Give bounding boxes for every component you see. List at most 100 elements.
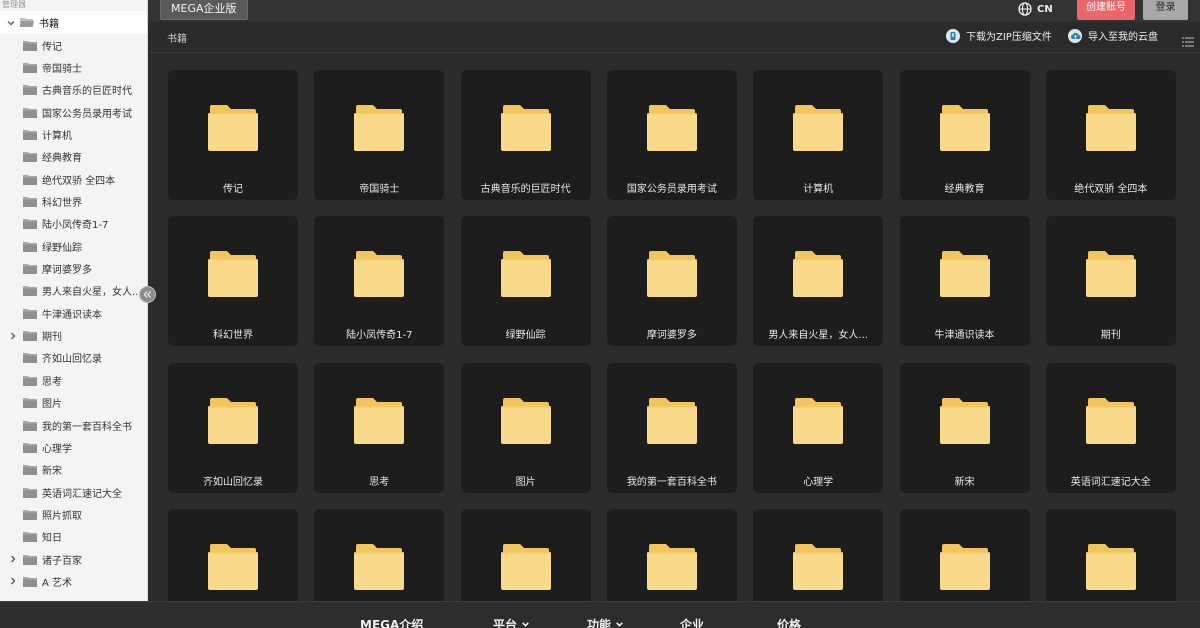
sidebar-item[interactable]: 期刊 (0, 324, 147, 346)
sidebar-item[interactable]: 照片抓取 (0, 503, 147, 525)
sidebar-item[interactable]: 我的第一套百科全书 (0, 414, 147, 436)
sidebar-item[interactable]: 绿野仙踪 (0, 235, 147, 257)
folder-tile[interactable]: 绿野仙踪 (460, 216, 591, 347)
chevron-down-icon (616, 622, 623, 627)
folder-icon (23, 40, 37, 51)
folder-icon (1085, 544, 1136, 591)
folder-icon (23, 174, 37, 185)
folder-tile[interactable]: 期刊 (1045, 216, 1176, 347)
sidebar-item[interactable]: 陆小凤传奇1-7 (0, 213, 147, 235)
sidebar-item-label: 男人来自火星，女人... (42, 287, 142, 299)
footer-nav-item[interactable]: 平台 (493, 616, 530, 628)
folder-tile[interactable]: 科幻世界 (168, 216, 298, 347)
folder-tile[interactable]: 心理学 (753, 362, 884, 493)
sidebar-item[interactable]: 经典教育 (0, 146, 147, 168)
folder-tile[interactable]: 我的第一套百科全书 (606, 362, 737, 493)
folder-icon (23, 397, 37, 409)
sidebar-item[interactable]: 绝代双骄 全四本 (0, 168, 147, 190)
folder-tile-label: 我的第一套百科全书 (626, 476, 717, 488)
folder-tile[interactable]: 牛津通识读本 (899, 216, 1030, 347)
sidebar-item[interactable]: 思考 (0, 369, 147, 391)
folder-icon (23, 420, 37, 431)
footer-nav-item[interactable]: MEGA介绍 (360, 616, 423, 628)
chevron-right-icon[interactable] (8, 554, 18, 564)
folder-tile[interactable]: 传记 (168, 70, 298, 200)
folder-tile[interactable]: 齐如山回忆录 (168, 362, 298, 493)
sidebar-item[interactable]: 科幻世界 (0, 190, 147, 212)
folder-tile-label: 男人来自火星，女人... (768, 330, 868, 342)
footer-nav-item[interactable]: 功能 (587, 616, 624, 628)
breadcrumb[interactable]: 书籍 (167, 30, 187, 45)
sidebar-item[interactable]: 图片 (0, 392, 147, 414)
download-zip-button[interactable]: 下载为ZIP压缩文件 (946, 28, 1052, 43)
sidebar-item[interactable]: A 艺术 (0, 570, 147, 592)
sidebar-item[interactable]: 诸子百家 (0, 548, 147, 570)
footer-nav-item[interactable]: 企业 (680, 616, 704, 628)
sidebar-item[interactable]: 古典音乐的巨匠时代 (0, 79, 147, 101)
folder-icon (23, 263, 37, 275)
folder-tile[interactable] (314, 509, 445, 601)
sidebar-item[interactable]: 牛津通识读本 (0, 302, 147, 324)
sidebar-root-item[interactable]: 书籍 (0, 11, 147, 34)
folder-icon (1085, 397, 1136, 444)
sidebar-item-label: 图片 (42, 399, 62, 411)
folder-tile[interactable]: 帝国骑士 (314, 70, 445, 200)
sidebar-item[interactable]: 知日 (0, 526, 147, 548)
folder-tile[interactable]: 图片 (460, 362, 591, 493)
folder-tile[interactable]: 经典教育 (899, 70, 1030, 200)
sidebar-item[interactable]: 帝国骑士 (0, 56, 147, 78)
folder-tile[interactable]: 思考 (314, 362, 445, 493)
footer-nav-item[interactable]: 价格 (777, 616, 801, 628)
folder-tile[interactable] (899, 509, 1030, 601)
folder-tile[interactable]: 英语词汇速记大全 (1045, 362, 1176, 493)
folder-icon (23, 487, 37, 498)
folder-icon (500, 251, 551, 298)
folder-icon (208, 397, 258, 444)
download-zip-label: 下载为ZIP压缩文件 (966, 32, 1052, 43)
folder-icon (23, 442, 37, 453)
login-button[interactable]: 登录 (1143, 0, 1188, 20)
folder-tile[interactable]: 新宋 (899, 362, 1030, 493)
folder-tile[interactable] (168, 509, 298, 601)
folder-icon (23, 464, 37, 476)
sidebar-item-label: 古典音乐的巨匠时代 (42, 86, 132, 98)
chevron-right-icon[interactable] (8, 576, 18, 586)
sidebar-item[interactable]: 计算机 (0, 123, 147, 145)
folder-tile[interactable] (606, 509, 737, 601)
folder-tile-label: 陆小凤传奇1-7 (346, 330, 413, 342)
folder-tile[interactable]: 陆小凤传奇1-7 (314, 216, 445, 347)
sidebar-item[interactable]: 摩诃婆罗多 (0, 257, 147, 279)
list-view-toggle[interactable] (1182, 32, 1194, 51)
sidebar-item[interactable]: 男人来自火星，女人... (0, 280, 147, 302)
sidebar-item[interactable]: 新宋 (0, 459, 147, 481)
sidebar-item[interactable]: 国家公务员录用考试 (0, 101, 147, 123)
folder-tile[interactable]: 计算机 (753, 70, 884, 200)
folder-tile[interactable]: 绝代双骄 全四本 (1045, 70, 1176, 200)
sidebar-item[interactable]: 英语词汇速记大全 (0, 481, 147, 503)
sidebar-item[interactable]: 心理学 (0, 436, 147, 458)
language-selector[interactable]: CN (1018, 2, 1053, 16)
import-to-cloud-button[interactable]: 导入至我的云盘 (1068, 28, 1158, 43)
footer-nav-label: 价格 (777, 618, 802, 628)
mega-enterprise-button[interactable]: MEGA企业版 (160, 0, 248, 20)
folder-tile[interactable]: 国家公务员录用考试 (606, 70, 737, 200)
folder-tile[interactable]: 摩诃婆罗多 (606, 216, 737, 347)
chevron-right-icon[interactable] (8, 331, 18, 341)
collapse-sidebar-button[interactable] (139, 286, 156, 303)
folder-tile-label: 摩诃婆罗多 (646, 330, 697, 342)
folder-tile[interactable] (460, 509, 591, 601)
folder-tile[interactable]: 古典音乐的巨匠时代 (460, 70, 591, 200)
folder-tile[interactable] (753, 509, 884, 601)
sidebar-item[interactable]: 齐如山回忆录 (0, 347, 147, 369)
sidebar-item[interactable]: 传记 (0, 34, 147, 56)
sidebar-item-label: 英语词汇速记大全 (42, 488, 122, 500)
folder-tile[interactable] (1045, 509, 1176, 601)
chevron-down-icon[interactable] (6, 18, 16, 28)
create-account-button[interactable]: 创建账号 (1077, 0, 1135, 20)
folder-tile[interactable]: 男人来自火星，女人... (753, 216, 884, 347)
